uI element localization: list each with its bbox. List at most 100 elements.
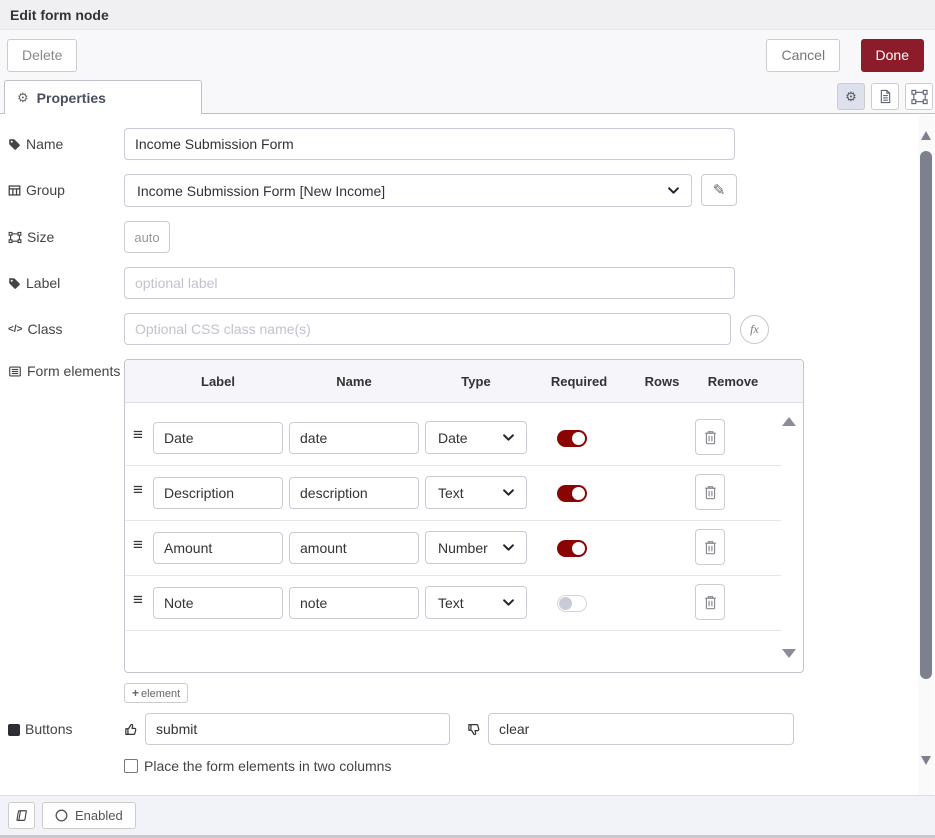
dialog-toolbar: Delete Cancel Done: [0, 30, 935, 80]
delete-button[interactable]: Delete: [7, 39, 77, 72]
size-row: Size auto: [8, 221, 917, 253]
vertical-scrollbar[interactable]: [918, 115, 934, 795]
toggle-knob: [572, 487, 585, 500]
element-label-input[interactable]: [153, 477, 283, 509]
book-icon: [14, 809, 29, 823]
delete-element-button[interactable]: [695, 529, 725, 565]
element-label-input[interactable]: [153, 422, 283, 454]
submit-group: [124, 713, 450, 745]
element-label-input[interactable]: [153, 532, 283, 564]
edit-group-button[interactable]: ✎: [701, 174, 737, 206]
add-element-button[interactable]: +element: [124, 683, 188, 703]
trash-icon: [704, 430, 717, 445]
delete-element-button[interactable]: [695, 474, 725, 510]
thumbs-up-icon: [124, 722, 139, 737]
label-input[interactable]: [124, 267, 735, 299]
buttons-label-group: Buttons: [8, 713, 124, 740]
element-name-input[interactable]: [289, 422, 419, 454]
fx-icon: fx: [750, 322, 759, 336]
element-type-select[interactable]: Date: [425, 421, 527, 454]
element-type-value: Number: [438, 540, 488, 556]
delete-element-button[interactable]: [695, 419, 725, 455]
enabled-label: Enabled: [75, 808, 123, 823]
name-row: Name: [8, 128, 917, 160]
toggle-knob: [559, 597, 572, 610]
properties-panel: Name Group Income Submission Form [New I…: [0, 115, 917, 795]
tab-icon-buttons: ⚙: [837, 83, 933, 110]
description-tab-button[interactable]: [871, 83, 899, 110]
col-type: Type: [425, 360, 527, 403]
required-toggle[interactable]: [557, 540, 587, 557]
required-toggle[interactable]: [557, 430, 587, 447]
form-element-row: ≡ Text: [125, 576, 781, 631]
trash-icon: [704, 485, 717, 500]
appearance-tab-button[interactable]: [905, 83, 933, 110]
drag-handle-icon[interactable]: ≡: [133, 480, 143, 500]
scrollbar-thumb[interactable]: [920, 151, 932, 679]
col-label: Label: [153, 360, 283, 403]
group-select-value: Income Submission Form [New Income]: [137, 183, 385, 199]
required-toggle[interactable]: [557, 595, 587, 612]
class-input[interactable]: [124, 313, 731, 345]
label-row: Label: [8, 267, 917, 299]
two-columns-label: Place the form elements in two columns: [144, 758, 391, 774]
element-name-input[interactable]: [289, 477, 419, 509]
trash-icon: [704, 540, 717, 555]
element-name-input[interactable]: [289, 532, 419, 564]
chevron-down-icon: [503, 489, 514, 496]
properties-tab-button[interactable]: ⚙: [837, 83, 865, 110]
tab-properties[interactable]: ⚙ Properties: [4, 80, 202, 114]
dialog-titlebar: Edit form node: [0, 0, 935, 30]
element-type-select[interactable]: Number: [425, 531, 527, 564]
scroll-up-icon[interactable]: [921, 131, 931, 140]
form-elements-row: Form elements Label Name Type Required R…: [8, 359, 917, 703]
thumbs-down-icon: [467, 722, 482, 737]
drag-handle-icon[interactable]: ≡: [133, 425, 143, 445]
scroll-down-icon[interactable]: [921, 756, 931, 765]
clear-group: [467, 713, 794, 745]
tab-properties-label: Properties: [37, 90, 106, 106]
tag-icon: [8, 138, 21, 151]
expression-button[interactable]: fx: [740, 315, 769, 344]
required-toggle[interactable]: [557, 485, 587, 502]
size-auto-button[interactable]: auto: [124, 221, 170, 253]
clear-button-input[interactable]: [488, 713, 794, 745]
list-scroll-down-icon[interactable]: [782, 649, 796, 658]
object-frame-icon: [911, 89, 928, 105]
submit-button-input[interactable]: [145, 713, 450, 745]
name-input[interactable]: [124, 128, 735, 160]
dialog-title: Edit form node: [10, 7, 109, 23]
delete-element-button[interactable]: [695, 584, 725, 620]
buttons-label: Buttons: [25, 720, 72, 740]
two-columns-row: Place the form elements in two columns: [124, 758, 917, 774]
form-element-row: ≡ Date: [125, 411, 781, 466]
enabled-toggle-button[interactable]: Enabled: [42, 802, 136, 829]
two-columns-checkbox[interactable]: [124, 759, 138, 773]
plus-icon: +: [132, 686, 139, 700]
gear-icon: ⚙: [845, 89, 857, 105]
done-button[interactable]: Done: [861, 39, 924, 72]
element-type-select[interactable]: Text: [425, 476, 527, 509]
pencil-icon: ✎: [713, 181, 726, 199]
trash-icon: [704, 595, 717, 610]
docs-button[interactable]: [8, 802, 35, 829]
col-remove: Remove: [698, 360, 768, 403]
cancel-button[interactable]: Cancel: [766, 39, 840, 72]
group-select[interactable]: Income Submission Form [New Income]: [124, 174, 692, 207]
name-label: Name: [26, 135, 63, 155]
element-name-input[interactable]: [289, 587, 419, 619]
drag-handle-icon[interactable]: ≡: [133, 535, 143, 555]
element-label-input[interactable]: [153, 587, 283, 619]
class-label-group: </> Class: [8, 313, 124, 340]
list-scroll-up-icon[interactable]: [782, 417, 796, 426]
buttons-row: Buttons: [8, 713, 917, 745]
drag-handle-icon[interactable]: ≡: [133, 590, 143, 610]
edit-form-node-dialog: Edit form node Delete Cancel Done ⚙ Prop…: [0, 0, 935, 838]
element-type-select[interactable]: Text: [425, 586, 527, 619]
chevron-down-icon: [668, 187, 679, 194]
col-rows: Rows: [627, 360, 697, 403]
square-icon: [8, 724, 20, 736]
form-element-row: ≡ Number: [125, 521, 781, 576]
form-element-row: ≡ Text: [125, 466, 781, 521]
form-elements-list: ≡ Date ≡ Text ≡ Number: [125, 403, 803, 672]
